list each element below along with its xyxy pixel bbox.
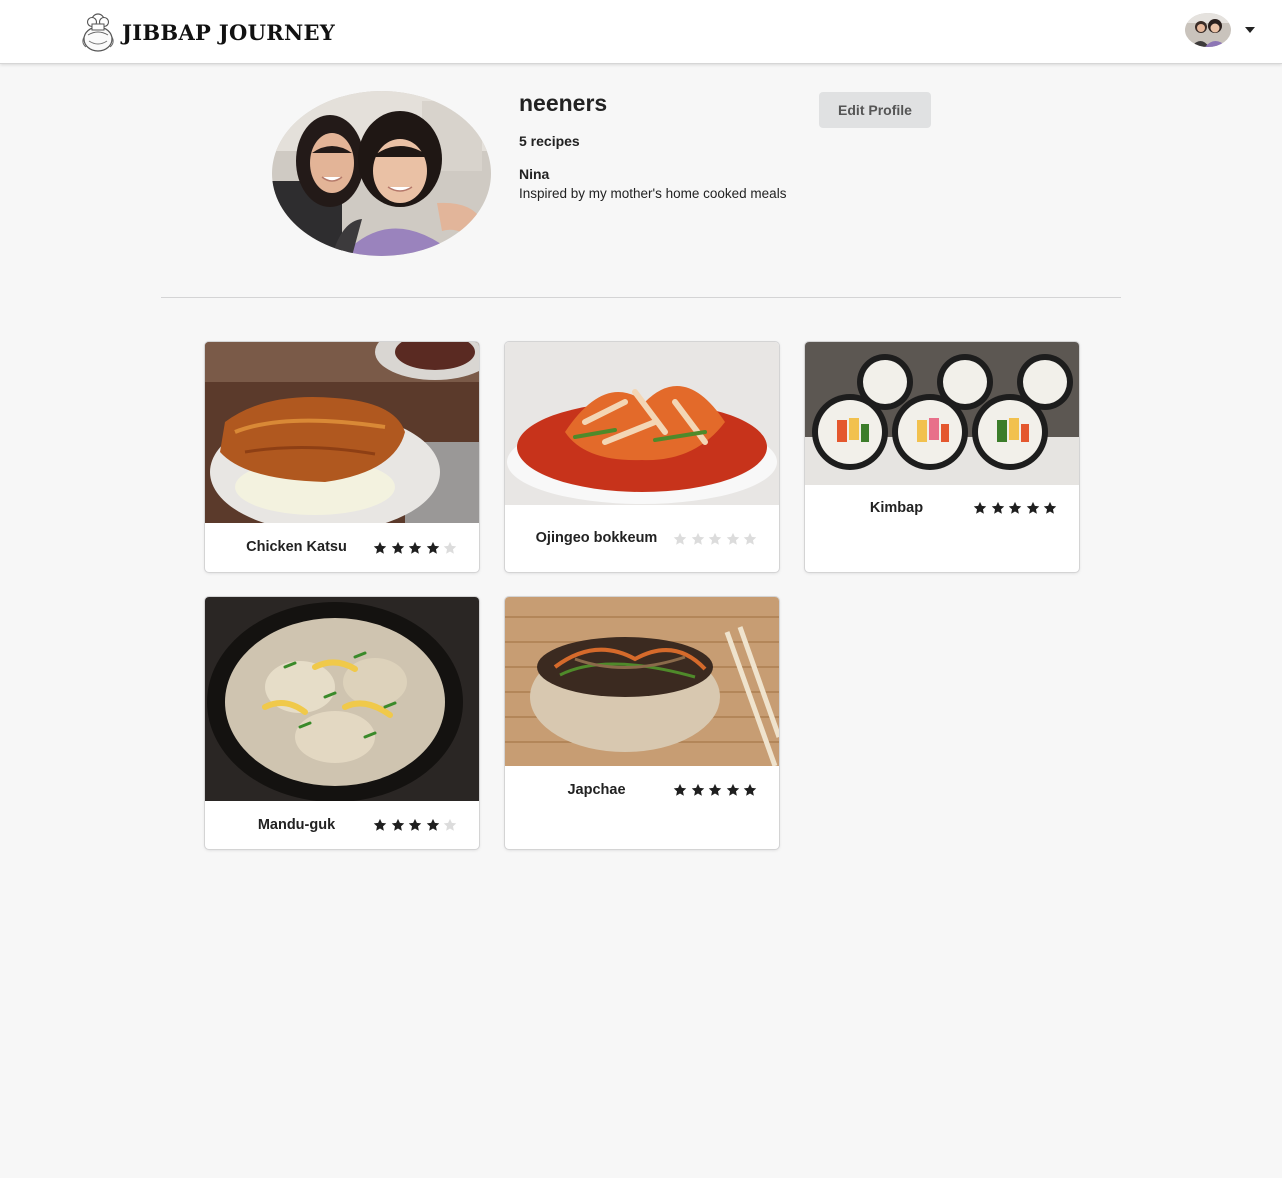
star-icon[interactable]	[743, 783, 757, 797]
user-menu-dropdown[interactable]	[1185, 12, 1255, 48]
caret-down-icon[interactable]	[1245, 27, 1255, 33]
star-icon[interactable]	[426, 541, 440, 555]
recipe-card-ojingeo-bokkeum[interactable]: Ojingeo bokkeum	[505, 342, 779, 572]
user-avatar-icon	[1185, 13, 1231, 47]
star-rating	[973, 501, 1057, 515]
recipe-name: Kimbap	[869, 499, 924, 516]
recipe-card-japchae[interactable]: Japchae	[505, 597, 779, 849]
recipe-name: Ojingeo bokkeum	[535, 530, 658, 546]
star-icon[interactable]	[673, 783, 687, 797]
star-icon[interactable]	[408, 818, 422, 832]
star-rating	[373, 818, 457, 832]
star-icon[interactable]	[743, 532, 757, 546]
profile-photo	[272, 91, 491, 256]
recipe-photo-ojingeo-bokkeum	[505, 342, 779, 505]
star-icon[interactable]	[1008, 501, 1022, 515]
star-icon[interactable]	[726, 783, 740, 797]
star-icon[interactable]	[408, 541, 422, 555]
recipe-card-footer: Japchae	[505, 766, 779, 814]
recipe-photo-kimbap	[805, 342, 1079, 485]
recipe-photo-mandu-guk	[205, 597, 479, 801]
star-icon[interactable]	[443, 818, 457, 832]
recipe-name: Chicken Katsu	[246, 539, 347, 555]
star-icon[interactable]	[391, 541, 405, 555]
star-icon[interactable]	[426, 818, 440, 832]
profile-bio: Inspired by my mother's home cooked meal…	[519, 186, 787, 201]
profile-display-name: Nina	[519, 166, 550, 182]
profile-username: neeners	[519, 90, 608, 116]
star-icon[interactable]	[691, 532, 705, 546]
recipe-card-footer: Ojingeo bokkeum	[505, 505, 779, 572]
star-icon[interactable]	[673, 532, 687, 546]
star-icon[interactable]	[1043, 501, 1057, 515]
recipe-card-chicken-katsu[interactable]: Chicken Katsu	[205, 342, 479, 572]
recipe-photo-chicken-katsu	[205, 342, 479, 523]
recipe-card-kimbap[interactable]: Kimbap	[805, 342, 1079, 572]
recipe-photo-japchae	[505, 597, 779, 766]
star-rating	[373, 541, 457, 555]
star-icon[interactable]	[1026, 501, 1040, 515]
star-icon[interactable]	[391, 818, 405, 832]
recipe-name: Mandu-guk	[257, 816, 336, 833]
top-navbar: JIBBAP JOURNEY	[0, 0, 1282, 64]
recipe-count: 5 recipes	[519, 133, 580, 149]
chef-pot-logo-icon	[82, 13, 114, 52]
star-icon[interactable]	[726, 532, 740, 546]
brand-home-link[interactable]: JIBBAP JOURNEY	[80, 8, 335, 56]
star-icon[interactable]	[691, 783, 705, 797]
star-icon[interactable]	[708, 532, 722, 546]
star-rating	[673, 783, 757, 797]
edit-profile-button[interactable]: Edit Profile	[819, 92, 931, 128]
star-icon[interactable]	[708, 783, 722, 797]
star-icon[interactable]	[991, 501, 1005, 515]
star-rating	[673, 532, 757, 546]
recipe-card-footer: Mandu-guk	[205, 801, 479, 849]
brand-name: JIBBAP JOURNEY	[122, 19, 336, 45]
recipe-card-footer: Chicken Katsu	[205, 523, 479, 572]
section-divider	[161, 297, 1121, 298]
recipe-card-mandu-guk[interactable]: Mandu-guk	[205, 597, 479, 849]
star-icon[interactable]	[373, 541, 387, 555]
star-icon[interactable]	[443, 541, 457, 555]
star-icon[interactable]	[973, 501, 987, 515]
recipe-name: Japchae	[567, 781, 626, 798]
star-icon[interactable]	[373, 818, 387, 832]
recipe-card-footer: Kimbap	[805, 485, 1079, 531]
